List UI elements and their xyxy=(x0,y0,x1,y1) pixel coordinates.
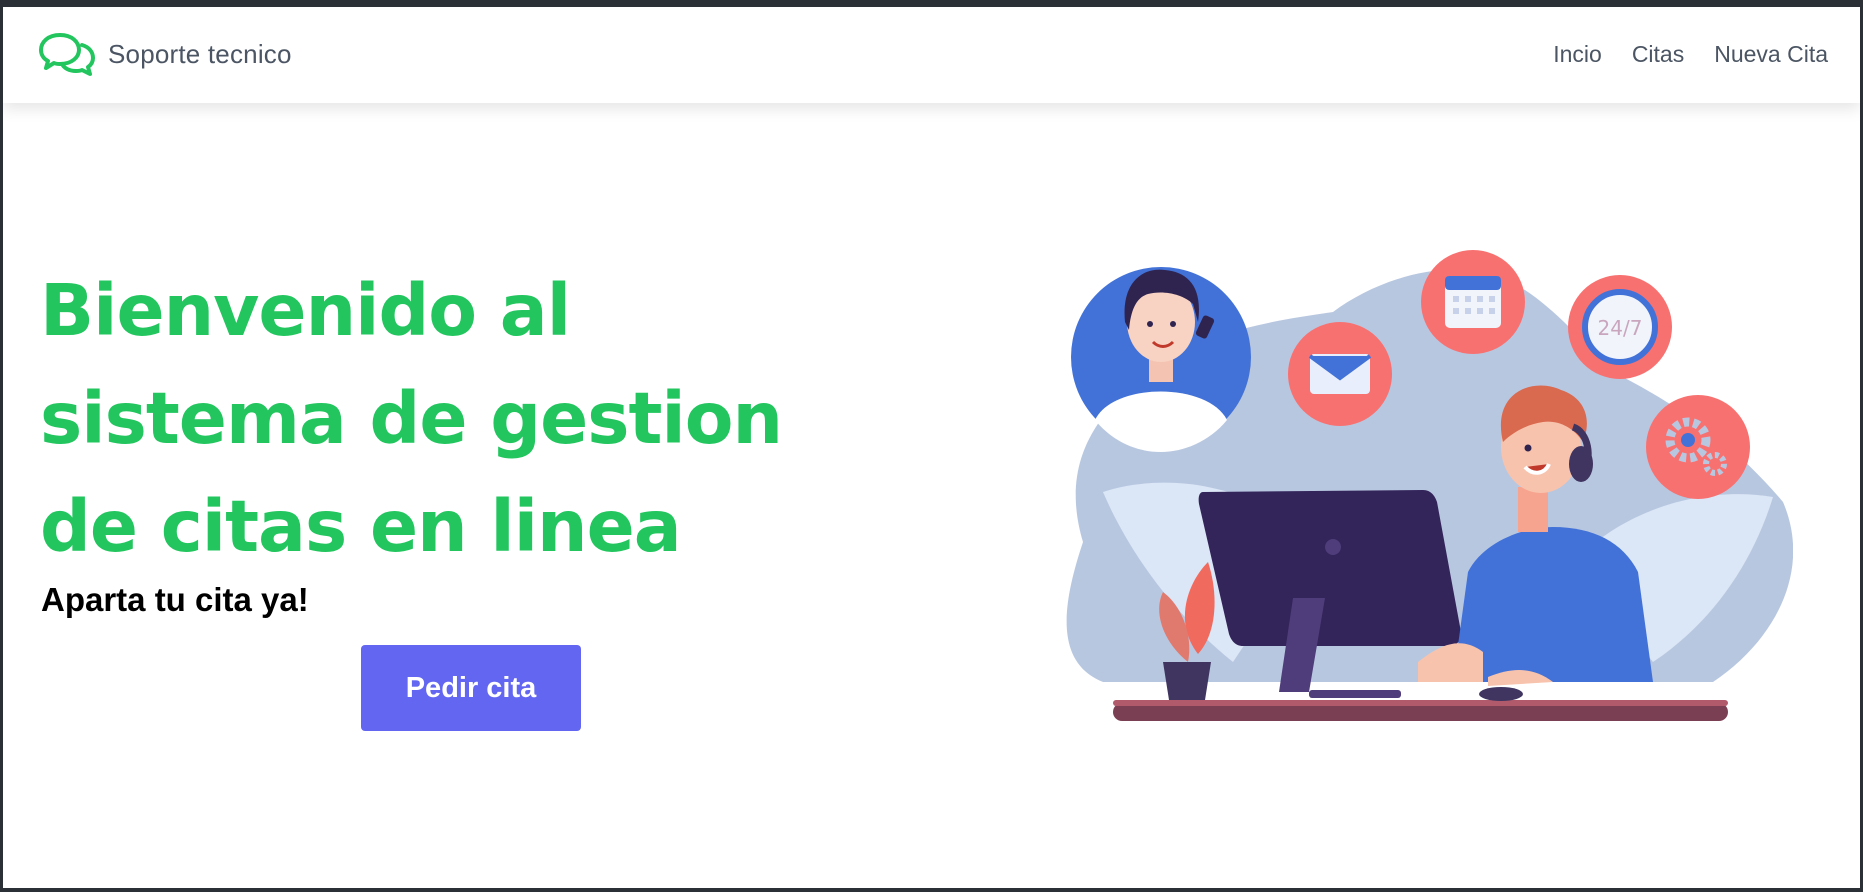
email-icon xyxy=(1288,322,1392,426)
support-illustration: 24/7 xyxy=(1066,250,1793,721)
brand-name: Soporte tecnico xyxy=(108,38,292,69)
nav-links: Incio Citas Nueva Cita xyxy=(1553,41,1828,68)
gears-icon xyxy=(1646,395,1750,499)
navbar: Soporte tecnico Incio Citas Nueva Cita xyxy=(3,7,1860,103)
brand-link[interactable]: Soporte tecnico xyxy=(38,31,292,77)
chat-bubbles-icon xyxy=(39,33,95,76)
nav-link-inicio[interactable]: Incio xyxy=(1553,41,1602,68)
nav-link-nueva-cita[interactable]: Nueva Cita xyxy=(1714,41,1828,68)
calendar-icon xyxy=(1421,250,1525,354)
hero-subtitle: Aparta tu cita ya! xyxy=(41,581,309,618)
svg-text:24/7: 24/7 xyxy=(1598,316,1643,340)
nav-link-citas[interactable]: Citas xyxy=(1632,41,1684,68)
browser-viewport: Soporte tecnico Incio Citas Nueva Cita B… xyxy=(0,0,1863,892)
clock-24-7-icon: 24/7 xyxy=(1568,275,1672,379)
hero-title: Bienvenido al sistema de gestion de cita… xyxy=(40,269,783,568)
pedir-cita-button[interactable]: Pedir cita xyxy=(361,645,581,731)
desk-top xyxy=(1113,700,1728,706)
